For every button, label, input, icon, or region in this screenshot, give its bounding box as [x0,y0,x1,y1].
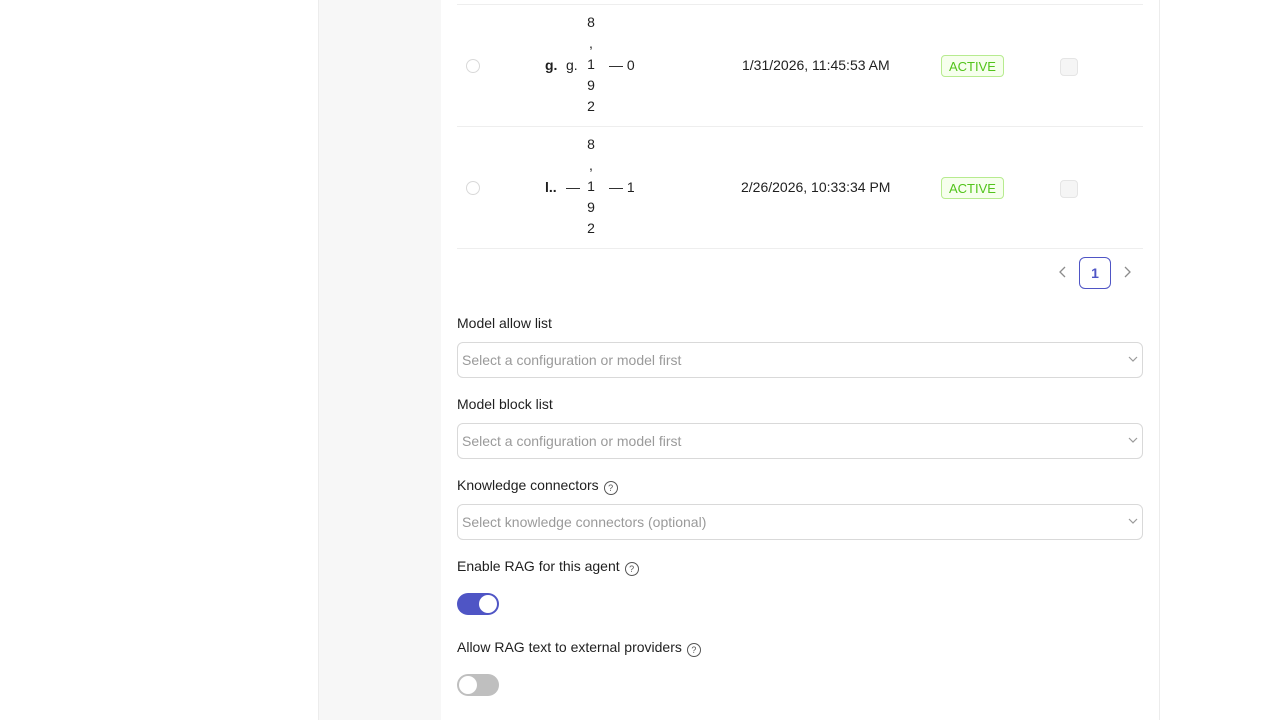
select-placeholder: Select knowledge connectors (optional) [462,514,707,530]
panel-right-border [1159,0,1160,720]
row-key-prefix: g. [566,57,578,73]
question-circle-icon[interactable]: ? [624,562,639,576]
row-checkbox[interactable] [1060,180,1078,198]
knowledge-connectors-label: Knowledge connectors [457,477,599,493]
row-name: g. [545,57,558,73]
chevron-down-icon [1128,437,1138,443]
select-placeholder: Select a configuration or model first [462,433,682,449]
chevron-right-icon[interactable] [1120,264,1134,282]
page-number-current[interactable]: 1 [1079,257,1111,289]
chevron-down-icon [1128,356,1138,362]
status-badge: ACTIVE [941,177,1004,199]
select-placeholder: Select a configuration or model first [462,352,682,368]
chevron-down-icon [1128,518,1138,524]
table-row: l.. — 8 , 1 9 2 — 1 2/26/2026, 10:33:34 … [457,126,1143,249]
row-key-prefix: — [566,179,580,195]
status-badge: ACTIVE [941,55,1004,77]
allow-rag-external-label-row: Allow RAG text to external providers? [457,638,701,657]
enable-rag-toggle[interactable] [457,593,499,615]
row-token-limit: 8 , 1 9 2 [587,14,595,114]
chevron-left-icon[interactable] [1056,264,1070,282]
model-block-list-select[interactable]: Select a configuration or model first [457,423,1143,459]
allow-rag-external-label: Allow RAG text to external providers [457,639,682,655]
row-select-radio[interactable] [466,181,480,195]
row-checkbox[interactable] [1060,58,1078,76]
model-allow-list-label: Model allow list [457,315,552,331]
enable-rag-label-row: Enable RAG for this agent? [457,557,639,576]
row-usage: — 0 [609,57,635,73]
enable-rag-label: Enable RAG for this agent [457,558,620,574]
left-gutter [318,0,442,720]
table-row: g. g. 8 , 1 9 2 — 0 1/31/2026, 11:45:53 … [457,4,1143,126]
api-keys-table: g. g. 8 , 1 9 2 — 0 1/31/2026, 11:45:53 … [457,4,1143,249]
row-token-limit: 8 , 1 9 2 [587,136,595,236]
row-name: l.. [545,179,557,195]
toggle-knob [479,595,497,613]
row-created-date: 2/26/2026, 10:33:34 PM [741,179,891,195]
row-select-radio[interactable] [466,59,480,73]
model-block-list-label: Model block list [457,396,553,412]
question-circle-icon[interactable]: ? [686,643,701,657]
model-allow-list-select[interactable]: Select a configuration or model first [457,342,1143,378]
toggle-knob [459,676,477,694]
knowledge-connectors-select[interactable]: Select knowledge connectors (optional) [457,504,1143,540]
row-created-date: 1/31/2026, 11:45:53 AM [742,57,890,73]
knowledge-connectors-label-row: Knowledge connectors? [457,476,618,495]
row-usage: — 1 [609,179,635,195]
question-circle-icon[interactable]: ? [603,481,618,495]
allow-rag-external-toggle[interactable] [457,674,499,696]
